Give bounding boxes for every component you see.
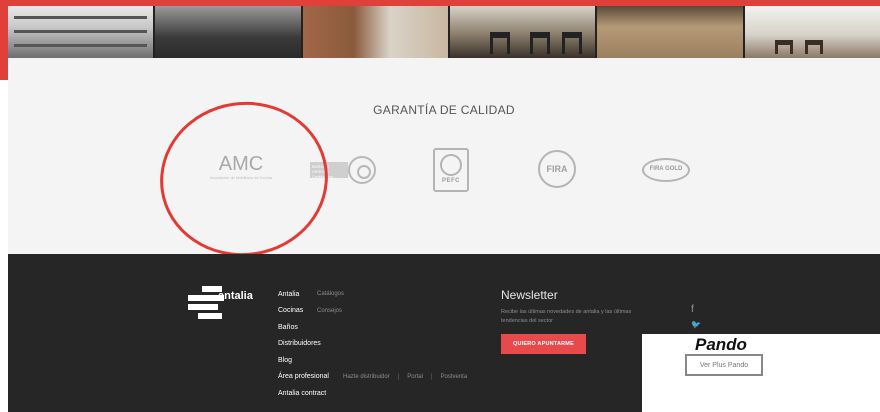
nav-link-consejos[interactable]: Consejos: [317, 308, 342, 314]
chair-shape: [489, 32, 510, 54]
drawer-shelf: [14, 16, 148, 19]
nav-link-area-profesional[interactable]: Área profesional: [278, 373, 329, 380]
newsletter-subscribe-button[interactable]: QUIERO APUNTARME: [501, 334, 586, 355]
brick-kitchen-photo[interactable]: [302, 6, 448, 58]
nav-link-antalia[interactable]: Antalia: [278, 291, 315, 298]
nav-separator: |: [430, 373, 433, 380]
newsletter-title: Newsletter: [501, 288, 558, 302]
nav-link-postventa[interactable]: Postventa: [440, 374, 467, 380]
stool-shape: [774, 40, 793, 54]
nav-link-catalogos[interactable]: Catálogos: [317, 291, 344, 297]
nav-link-distribuidores[interactable]: Distribuidores: [278, 340, 321, 347]
nav-row: Antalia contract: [278, 385, 467, 402]
kitchen-drawer-photo[interactable]: [8, 6, 154, 58]
logo-bar: [188, 304, 218, 310]
nav-link-blog[interactable]: Blog: [278, 357, 315, 364]
nav-row: Área profesional Hazte distribuidor | Po…: [278, 369, 467, 386]
nav-row: Distribuidores: [278, 336, 467, 353]
left-margin: [0, 80, 8, 412]
social-links: f 🐦: [691, 304, 701, 336]
chair-shape: [529, 32, 550, 54]
pefc-label: PEFC: [441, 178, 460, 184]
nav-link-antalia-contract[interactable]: Antalia contract: [278, 390, 326, 397]
nav-link-banos[interactable]: Baños: [278, 324, 315, 331]
facebook-icon[interactable]: f: [691, 304, 701, 320]
pefc-logo[interactable]: PEFC: [433, 148, 469, 192]
red-frame-left: [0, 0, 8, 80]
wood-floor-photo[interactable]: [597, 6, 743, 58]
dining-chairs-photo[interactable]: [449, 6, 596, 58]
ver-plus-pando-button[interactable]: Ver Plus Pando: [685, 354, 763, 376]
fira-gold-logo[interactable]: FIRA GOLD: [642, 158, 690, 182]
certification-seal-icon: [348, 156, 376, 184]
pando-overlay: Pando Ver Plus Pando: [642, 334, 880, 412]
tree-icon: [440, 154, 462, 176]
bar-stools-photo[interactable]: [744, 6, 880, 58]
nav-link-hazte-distribuidor[interactable]: Hazte distribuidor: [343, 374, 390, 380]
chair-shape: [561, 32, 582, 54]
nav-link-portal[interactable]: Portal: [407, 374, 423, 380]
photo-strip: [8, 6, 880, 58]
drawer-shelf: [14, 30, 148, 33]
nav-row: Blog: [278, 352, 467, 369]
antalia-logo[interactable]: antalia: [188, 286, 268, 322]
nav-separator: |: [397, 373, 400, 380]
stool-shape: [804, 40, 823, 54]
brand-name: antalia: [218, 290, 253, 302]
nav-row: Antalia Catálogos: [278, 286, 467, 303]
quality-section: GARANTÍA DE CALIDAD AMC Asociación de Mo…: [8, 58, 880, 254]
pando-logo[interactable]: Pando: [695, 335, 747, 355]
quality-title: GARANTÍA DE CALIDAD: [373, 103, 515, 117]
newsletter-description: Recibe las últimas novedades de antalia …: [501, 309, 632, 324]
fira-gold-label: FIRA GOLD: [649, 166, 683, 172]
fira-logo[interactable]: FIRA: [538, 150, 576, 188]
fira-label: FIRA: [546, 164, 568, 174]
nav-link-cocinas[interactable]: Cocinas: [278, 307, 315, 314]
dark-kitchen-photo[interactable]: [155, 6, 301, 58]
drawer-shelf: [14, 44, 148, 47]
nav-row: Cocinas Consejos: [278, 303, 467, 320]
newsletter-block: Newsletter Recibe las últimas novedades …: [501, 288, 661, 355]
footer-nav: Antalia Catálogos Cocinas Consejos Baños…: [278, 286, 467, 402]
nav-row: Baños: [278, 319, 467, 336]
logo-bar: [198, 313, 222, 319]
